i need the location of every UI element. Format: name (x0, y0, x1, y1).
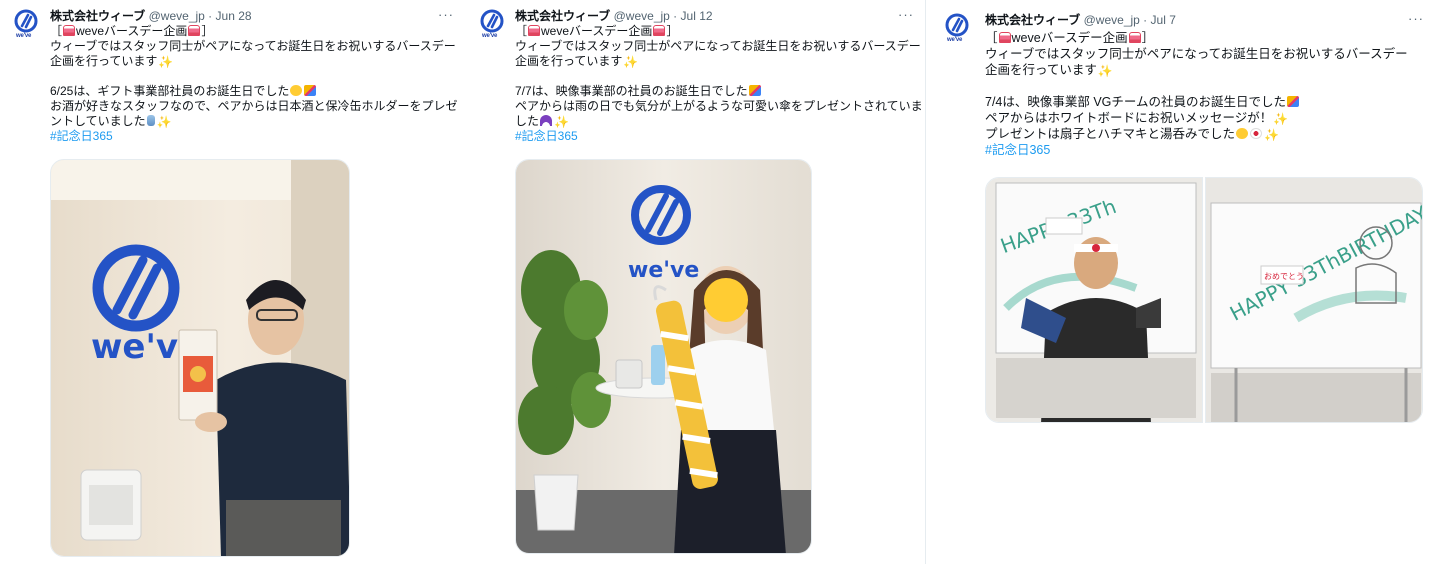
intro-line: 企画を行っています✨ (985, 62, 1408, 78)
hashtag-link[interactable]: #記念日365 (515, 129, 923, 144)
umbrella-emoji (540, 115, 553, 126)
campaign-title: weveバースデー企画 (1011, 31, 1128, 45)
author-name[interactable]: 株式会社ウィーブ (985, 13, 1080, 27)
intro-text: 企画を行っています (50, 54, 158, 68)
author-name[interactable]: 株式会社ウィーブ (515, 9, 610, 23)
tweet-text: ［ weveバースデー企画 ］ ウィーブではスタッフ同士がペアになってお誕生日をお祝… (985, 30, 1408, 158)
sparkle-emoji: ✨ (158, 55, 174, 69)
hashtag-link[interactable]: #記念日365 (50, 129, 458, 144)
header-separator: · (1139, 13, 1151, 27)
bracket-close: ］ (666, 24, 679, 38)
weve-logo-icon[interactable]: we've (945, 13, 969, 43)
smile-emoji (290, 85, 303, 96)
sparkle-emoji: ✨ (1097, 64, 1113, 78)
intro-line: ウィーブではスタッフ同士がペアになってお誕生日をお祝いするバースデー (985, 47, 1408, 61)
weve-logo-icon[interactable]: we've (480, 9, 504, 39)
tweet-photo[interactable]: HAPPY 33ThBIRTHDAY おめでとう (1205, 177, 1423, 423)
detail-line: 7/7は、映像事業部の社員のお誕生日でした (515, 84, 923, 99)
detail-text: ペアからはホワイトボードにお祝いメッセージが！ (985, 111, 1273, 125)
author-handle[interactable]: @weve_jp (149, 9, 205, 23)
tweet-photo[interactable]: we've (50, 159, 350, 557)
intro-text: 企画を行っています (515, 54, 623, 68)
svg-text:おめでとう: おめでとう (1264, 272, 1304, 281)
weve-logo-icon[interactable]: we've (14, 9, 38, 39)
cake-emoji (188, 25, 201, 36)
sparkle-emoji: ✨ (554, 115, 569, 129)
sparkle-emoji: ✨ (1273, 112, 1289, 126)
author-handle[interactable]: @weve_jp (614, 9, 670, 23)
more-icon[interactable]: ··· (1408, 12, 1424, 25)
tweet-title-line: ［ weveバースデー企画 ］ (515, 24, 923, 39)
tweet-text: ［ weveバースデー企画 ］ ウィーブではスタッフ同士がペアになってお誕生日をお祝… (515, 24, 923, 144)
tweet-text: ［ weveバースデー企画 ］ ウィーブではスタッフ同士がペアになってお誕生日をお祝… (50, 24, 458, 144)
avatar-caption: we've (947, 37, 963, 43)
tweet-photo[interactable]: we've (515, 159, 812, 554)
cake-emoji (1128, 32, 1141, 43)
column-divider (925, 0, 926, 564)
party-popper-emoji (748, 85, 761, 96)
hashtag-link[interactable]: #記念日365 (985, 142, 1408, 158)
tweet-photo[interactable]: HAPPY 33Th (985, 177, 1203, 423)
party-popper-emoji (304, 85, 317, 96)
detail-line: プレゼントは扇子とハチマキと湯呑みでした ✨ (985, 126, 1408, 142)
cake-emoji (998, 32, 1011, 43)
more-icon[interactable]: ··· (438, 8, 454, 21)
detail-text: した (515, 114, 540, 128)
cake-emoji (63, 25, 76, 36)
detail-line: ントしていました ✨ (50, 114, 458, 129)
party-popper-emoji (1287, 96, 1300, 107)
tweet-header: 株式会社ウィーブ @weve_jp · Jul 7 (985, 13, 1176, 27)
detail-text: 7/7は、映像事業部の社員のお誕生日でした (515, 84, 748, 98)
japan-flag-emoji (1250, 128, 1263, 139)
detail-line: お酒が好きなスタッフなので、ペアからは日本酒と保冷缶ホルダーをプレゼ (50, 99, 458, 113)
tweet-header: 株式会社ウィーブ @weve_jp · Jul 12 (515, 9, 713, 23)
detail-text: ントしていました (50, 114, 146, 128)
avatar-caption: we've (482, 33, 498, 39)
logo-wordmark: we've (628, 258, 699, 283)
detail-line: 7/4は、映像事業部 VGチームの社員のお誕生日でした (985, 94, 1408, 110)
sparkle-emoji: ✨ (623, 55, 639, 69)
intro-line: 企画を行っています✨ (50, 54, 458, 69)
tweet-title-line: ［ weveバースデー企画 ］ (50, 24, 458, 39)
bracket-close: ］ (1141, 31, 1155, 45)
cake-emoji (528, 25, 541, 36)
bracket-close: ］ (201, 24, 214, 38)
header-separator: · (669, 9, 681, 23)
sparkle-emoji: ✨ (156, 115, 172, 129)
intro-line: ウィーブではスタッフ同士がペアになってお誕生日をお祝いするバースデー (50, 39, 456, 53)
detail-line: ペアからは雨の日でも気分が上がるような可愛い傘をプレゼントされていま (515, 99, 923, 113)
laugh-emoji (1236, 128, 1249, 139)
intro-line: 企画を行っています✨ (515, 54, 923, 69)
intro-line: ウィーブではスタッフ同士がペアになってお誕生日をお祝いするバースデー (515, 39, 921, 53)
avatar-caption: we've (16, 33, 32, 39)
bracket-open: ［ (50, 24, 63, 38)
detail-text: 6/25は、ギフト事業部社員のお誕生日でした (50, 84, 290, 98)
intro-text: 企画を行っています (985, 63, 1097, 77)
sparkle-emoji: ✨ (1264, 128, 1279, 142)
more-icon[interactable]: ··· (898, 8, 914, 21)
campaign-title: weveバースデー企画 (541, 24, 653, 38)
detail-text: プレゼントは扇子とハチマキと湯呑みでした (985, 127, 1236, 141)
header-separator: · (204, 9, 216, 23)
detail-line: した ✨ (515, 114, 923, 129)
author-name[interactable]: 株式会社ウィーブ (50, 9, 145, 23)
cake-emoji (653, 25, 666, 36)
campaign-title: weveバースデー企画 (76, 24, 188, 38)
detail-line: ペアからはホワイトボードにお祝いメッセージが！✨ (985, 110, 1408, 126)
author-handle[interactable]: @weve_jp (1084, 13, 1140, 27)
tweet-date[interactable]: Jul 12 (681, 9, 713, 23)
detail-text: 7/4は、映像事業部 VGチームの社員のお誕生日でした (985, 95, 1287, 109)
bracket-open: ［ (985, 31, 998, 45)
bracket-open: ［ (515, 24, 528, 38)
tweet-title-line: ［ weveバースデー企画 ］ (985, 30, 1408, 46)
tweet-date[interactable]: Jun 28 (216, 9, 252, 23)
bottle-emoji (146, 115, 155, 126)
tweet-header: 株式会社ウィーブ @weve_jp · Jun 28 (50, 9, 252, 23)
tweet-date[interactable]: Jul 7 (1151, 13, 1176, 27)
detail-line: 6/25は、ギフト事業部社員のお誕生日でした (50, 84, 458, 99)
